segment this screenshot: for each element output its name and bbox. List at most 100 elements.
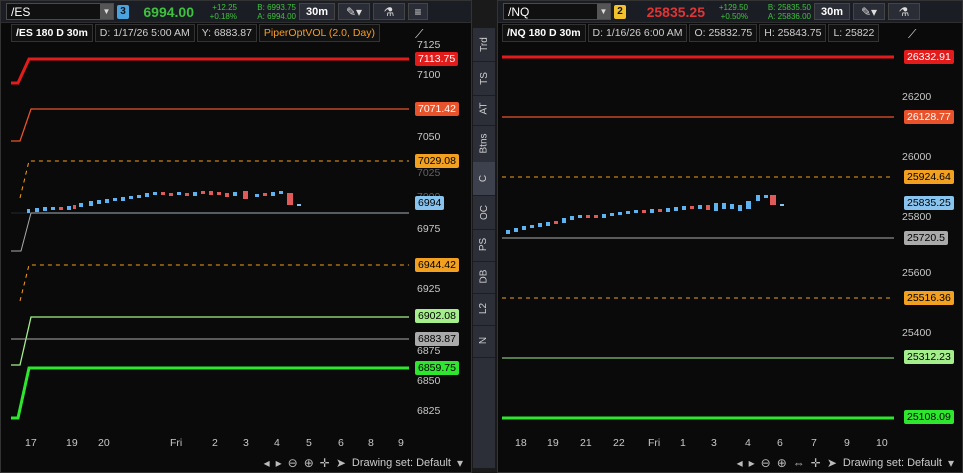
change-abs: +12.25 — [212, 2, 237, 12]
price-scale-label: 25600 — [902, 267, 932, 279]
x-axis-label: 1 — [680, 437, 686, 449]
price-scale-label: 7100 — [417, 69, 441, 81]
x-axis-label: 19 — [547, 437, 559, 449]
symbol-selector[interactable]: /ES ▼ — [6, 3, 114, 20]
chart-bottom-bar: ◂ ▸ ⊖ ⊕ ✛ ➤ Drawing set: Default ▾ — [1, 454, 471, 472]
chart-panel-es: /ES ▼ 3 6994.00 +12.25 +0.18% B: 6993.75… — [0, 0, 472, 473]
x-axis-label: 9 — [398, 437, 404, 449]
ask-price: A: 25836.00 — [767, 11, 811, 21]
x-axis-label: Fri — [170, 437, 183, 449]
x-axis-label: 18 — [515, 437, 527, 449]
x-axis-label: 9 — [844, 437, 850, 449]
chart-toolbar: /ES ▼ 3 6994.00 +12.25 +0.18% B: 6993.75… — [1, 1, 471, 23]
tab-label: Btns — [478, 133, 490, 154]
scroll-left-icon[interactable]: ◂ — [737, 456, 743, 470]
tab-trd[interactable]: Trd — [473, 28, 495, 62]
scroll-right-icon[interactable]: ▸ — [749, 456, 755, 470]
price-scale-label: 6925 — [417, 283, 441, 295]
cursor-arrow-icon[interactable]: ➤ — [336, 456, 346, 470]
x-axis-label: 4 — [274, 437, 280, 449]
chart-panel-nq: /NQ ▼ 2 25835.25 +129.50 +0.50% B: 25835… — [497, 0, 963, 473]
price-tag-light-green: 25312.23 — [904, 350, 954, 364]
price-plot-es[interactable] — [11, 43, 409, 435]
crosshair-icon[interactable]: ✛ — [811, 456, 821, 470]
tab-ps[interactable]: PS — [473, 228, 495, 262]
last-price: 6994.00 — [143, 3, 194, 20]
cursor-open: O: 25832.75 — [689, 24, 758, 42]
chevron-down-icon[interactable]: ▾ — [457, 456, 463, 470]
price-scale-label: 25800 — [902, 211, 932, 223]
price-tag-grey: 6883.87 — [415, 332, 459, 346]
candle-series — [506, 195, 784, 234]
drawing-set-label[interactable]: Drawing set: Default — [843, 457, 942, 469]
tab-c[interactable]: C — [473, 162, 495, 196]
menu-icon[interactable]: ≡ — [408, 3, 429, 20]
x-axis-label: 19 — [66, 437, 78, 449]
style-icon[interactable]: ⟋ — [908, 27, 916, 42]
tab-label: N — [478, 336, 490, 345]
crosshair-icon[interactable]: ✛ — [320, 456, 330, 470]
chevron-down-icon[interactable]: ▾ — [948, 456, 954, 470]
drawing-tools-icon[interactable]: ✎▾ — [338, 3, 371, 20]
x-axis-label: Fri — [648, 437, 661, 449]
price-scale-label: 25400 — [902, 327, 932, 339]
timeframe-button[interactable]: 30m — [814, 3, 851, 20]
tab-l2[interactable]: L2 — [473, 292, 495, 326]
tab-n[interactable]: N — [473, 324, 495, 358]
price-scale-label: 7025 — [417, 167, 441, 179]
price-tag-orange: 6944.42 — [415, 258, 459, 272]
tab-label: OC — [478, 205, 490, 220]
pan-icon[interactable]: ⇔ — [793, 456, 805, 470]
zoom-in-icon[interactable]: ⊕ — [304, 456, 314, 470]
study-label[interactable]: PiperOptVOL (2.0, Day) — [258, 24, 380, 42]
chevron-down-icon[interactable]: ▼ — [597, 4, 610, 19]
x-axis-label: 5 — [306, 437, 312, 449]
zoom-out-icon[interactable]: ⊖ — [288, 456, 298, 470]
bid-price: B: 6993.75 — [257, 2, 296, 12]
link-group-badge[interactable]: 3 — [117, 4, 129, 19]
chart-info-bar: /ES 180 D 30m D: 1/17/26 5:00 AM Y: 6883… — [11, 24, 380, 42]
x-axis-label: 17 — [25, 437, 37, 449]
x-axis-label: 8 — [368, 437, 374, 449]
last-price: 25835.25 — [646, 3, 705, 20]
change-abs: +129.50 — [718, 2, 748, 12]
x-axis-label: 6 — [338, 437, 344, 449]
tab-btns[interactable]: Btns — [473, 124, 495, 164]
price-tag-last: 6994 — [415, 196, 445, 210]
x-axis-label: 2 — [212, 437, 218, 449]
price-tag-orange-red: 26128.77 — [904, 110, 954, 124]
studies-flask-icon[interactable]: ⚗ — [888, 3, 921, 20]
zoom-out-icon[interactable]: ⊖ — [761, 456, 771, 470]
cursor-y-value: Y: 6883.87 — [196, 24, 257, 42]
price-plot-nq[interactable] — [502, 43, 894, 435]
cursor-arrow-icon[interactable]: ➤ — [827, 456, 837, 470]
price-tag-green: 6859.75 — [415, 361, 459, 375]
chevron-down-icon[interactable]: ▼ — [100, 4, 113, 19]
symbol-selector[interactable]: /NQ ▼ — [503, 3, 611, 20]
price-tag-orange-red: 7071.42 — [415, 102, 459, 116]
price-tag-last: 25835.25 — [904, 196, 954, 210]
link-group-badge[interactable]: 2 — [614, 4, 626, 19]
candle-series — [27, 191, 301, 213]
cursor-date: D: 1/16/26 6:00 AM — [587, 24, 688, 42]
drawing-tools-icon[interactable]: ✎▾ — [853, 3, 886, 20]
price-tag-red: 7113.75 — [415, 52, 459, 66]
x-axis-label: 3 — [243, 437, 249, 449]
scroll-left-icon[interactable]: ◂ — [264, 456, 270, 470]
tab-label: C — [478, 174, 490, 183]
scroll-right-icon[interactable]: ▸ — [276, 456, 282, 470]
tab-db[interactable]: DB — [473, 260, 495, 294]
change-display: +12.25 +0.18% — [197, 3, 237, 21]
zoom-in-icon[interactable]: ⊕ — [777, 456, 787, 470]
tab-ts[interactable]: TS — [473, 62, 495, 96]
chart-title: /NQ 180 D 30m — [502, 24, 586, 42]
x-axis-label: 6 — [777, 437, 783, 449]
tab-oc[interactable]: OC — [473, 196, 495, 230]
x-axis-label: 7 — [811, 437, 817, 449]
studies-flask-icon[interactable]: ⚗ — [373, 3, 406, 20]
tab-at[interactable]: AT — [473, 92, 495, 126]
price-tag-green: 25108.09 — [904, 410, 954, 424]
timeframe-button[interactable]: 30m — [299, 3, 336, 20]
drawing-set-label[interactable]: Drawing set: Default — [352, 457, 451, 469]
price-scale-label: 7050 — [417, 131, 441, 143]
